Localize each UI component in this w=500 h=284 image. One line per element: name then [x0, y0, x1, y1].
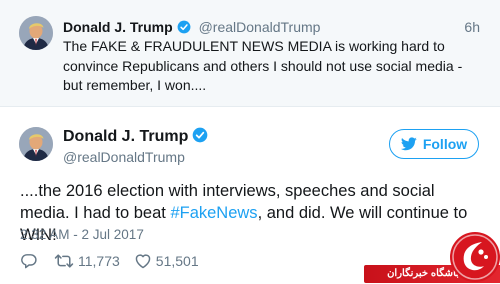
retweet-button[interactable]: 11,773: [54, 252, 120, 270]
heart-icon: [134, 253, 152, 269]
parent-tweet-text: The FAKE & FRAUDULENT NEWS MEDIA is work…: [63, 38, 463, 93]
tweet-actions: 11,773 51,501: [20, 251, 199, 271]
avatar-portrait-icon: [19, 16, 53, 50]
parent-avatar[interactable]: [19, 16, 53, 50]
parent-tweet-header: Donald J. Trump @realDonaldTrump 6h: [63, 18, 480, 36]
parent-author-name[interactable]: Donald J. Trump: [63, 19, 173, 35]
main-author-handle[interactable]: @realDonaldTrump: [63, 148, 185, 166]
follow-button-label: Follow: [422, 136, 468, 152]
watermark: باشگاه خبرنگاران: [364, 226, 500, 284]
parent-tweet[interactable]: Donald J. Trump @realDonaldTrump 6h The …: [0, 0, 500, 107]
like-count: 51,501: [155, 253, 199, 269]
reply-icon: [20, 253, 38, 269]
like-button[interactable]: 51,501: [134, 252, 199, 270]
retweet-icon: [54, 253, 74, 269]
verified-badge-icon: [192, 127, 208, 143]
parent-author-handle[interactable]: @realDonaldTrump: [199, 19, 321, 35]
yjc-logo: [448, 230, 500, 284]
verified-badge-icon: [177, 20, 191, 34]
parent-tweet-time[interactable]: 6h: [464, 18, 480, 36]
twitter-bird-icon: [400, 137, 417, 151]
avatar-portrait-icon: [19, 127, 53, 161]
retweet-count: 11,773: [78, 253, 120, 269]
follow-button[interactable]: Follow: [389, 129, 479, 159]
main-author-name[interactable]: Donald J. Trump: [63, 128, 188, 145]
reply-button[interactable]: [20, 253, 38, 269]
main-avatar[interactable]: [19, 127, 53, 161]
main-author-name-row[interactable]: Donald J. Trump: [63, 127, 208, 147]
tweet-timestamp[interactable]: 2:32 AM - 2 Jul 2017: [20, 226, 144, 244]
hashtag-link[interactable]: #FakeNews: [170, 204, 257, 222]
